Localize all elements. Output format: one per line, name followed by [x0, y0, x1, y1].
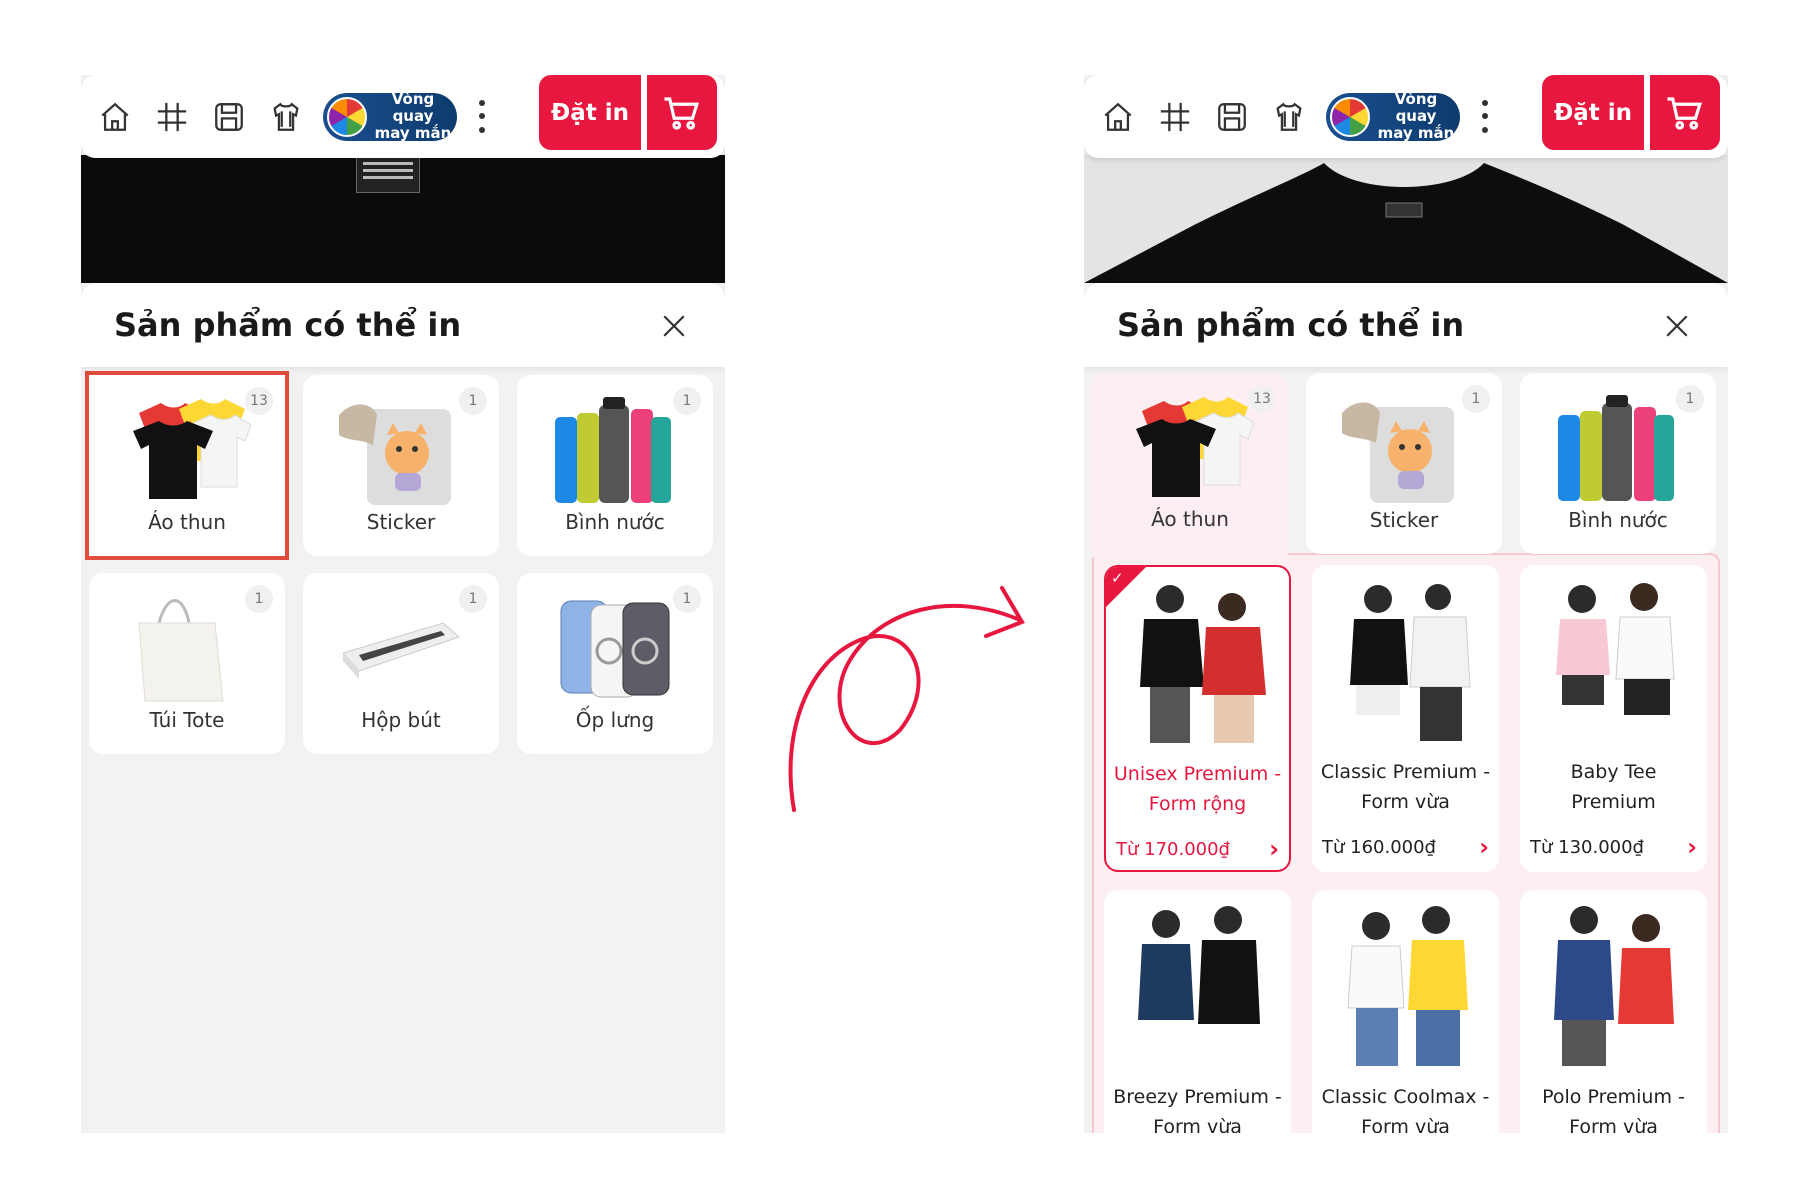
lucky-spin-button[interactable]: Vòng quay may mắn	[323, 92, 457, 141]
close-icon[interactable]	[1664, 313, 1690, 339]
lucky-spin-label: Vòng quay may mắn	[374, 92, 452, 141]
right-screen: Vòng quay may mắn Đặt in Sản phẩm có thể …	[1084, 75, 1728, 1133]
model-photo-icon	[1556, 583, 1675, 715]
grid-icon[interactable]	[152, 97, 192, 137]
category-card-ao-thun[interactable]: 13 Áo thun	[85, 371, 289, 560]
product-price-row: Từ 130.000₫ ›	[1530, 833, 1697, 861]
product-card-unisex-premium[interactable]: ✓ Unisex Premium - Form rộng Từ 170.000₫…	[1104, 565, 1291, 872]
cart-icon	[664, 96, 700, 130]
close-icon[interactable]	[661, 313, 687, 339]
category-label: Bình nước	[565, 510, 665, 534]
cart-button[interactable]	[1650, 75, 1720, 150]
category-label: Sticker	[1369, 508, 1439, 532]
wheel-icon	[327, 96, 367, 137]
category-card-binh-nuoc[interactable]: 1 Bình nước	[517, 375, 713, 556]
category-card-tui-tote[interactable]: 1 Túi Tote	[89, 573, 285, 754]
product-name: Polo Premium - Form vừa	[1542, 1086, 1685, 1133]
tshirt-preview	[1084, 155, 1728, 283]
model-photo-icon	[1140, 585, 1266, 743]
chevron-right-icon[interactable]: ›	[1687, 833, 1697, 861]
sheet-header: Sản phẩm có thể in	[1084, 283, 1728, 367]
lucky-spin-button[interactable]: Vòng quay may mắn	[1326, 92, 1460, 141]
check-icon: ✓	[1111, 569, 1124, 587]
product-price-row: Từ 160.000₫ ›	[1322, 833, 1489, 861]
product-card-breezy-premium[interactable]: Breezy Premium - Form vừa	[1104, 890, 1291, 1133]
tshirts-icon	[1136, 397, 1255, 497]
sheet-header: Sản phẩm có thể in	[81, 283, 725, 367]
chevron-right-icon[interactable]: ›	[1269, 835, 1279, 863]
product-card-baby-tee[interactable]: Baby Tee Premium Từ 130.000₫ ›	[1520, 565, 1707, 872]
tshirt-preview	[81, 155, 725, 283]
category-label: Áo thun	[1151, 507, 1229, 531]
tshirt-shape	[1084, 163, 1728, 283]
product-name: Unisex Premium - Form rộng	[1113, 763, 1282, 815]
product-name: Classic Coolmax - Form vừa	[1321, 1086, 1490, 1133]
more-menu-icon[interactable]	[475, 97, 489, 137]
model-photo-icon	[1554, 906, 1674, 1066]
sheet-title: Sản phẩm có thể in	[114, 306, 462, 344]
category-card-sticker[interactable]: 1 Sticker	[303, 375, 499, 556]
model-photo-icon	[1138, 906, 1260, 1024]
category-label: Áo thun	[148, 510, 226, 534]
sticker-mug-icon	[339, 404, 451, 505]
cart-button[interactable]	[647, 75, 717, 150]
water-bottles-icon	[555, 397, 671, 503]
product-price: Từ 170.000₫	[1116, 838, 1231, 860]
product-card-classic-coolmax[interactable]: Classic Coolmax - Form vừa	[1312, 890, 1499, 1133]
top-toolbar: Vòng quay may mắn Đặt in	[1084, 75, 1728, 158]
water-bottles-icon	[1558, 395, 1674, 501]
category-card-binh-nuoc[interactable]: 1 Bình nước	[1520, 373, 1716, 554]
product-name: Breezy Premium - Form vừa	[1113, 1086, 1282, 1133]
order-print-button[interactable]: Đặt in	[1542, 75, 1644, 150]
category-label: Túi Tote	[149, 708, 225, 732]
left-screen: Vòng quay may mắn Đặt in Sản phẩm có thể …	[81, 75, 725, 1133]
home-icon[interactable]	[95, 97, 135, 137]
category-card-op-lung[interactable]: 1 Ốp lưng	[517, 573, 713, 754]
sheet-title: Sản phẩm có thể in	[1117, 306, 1465, 344]
tote-bag-icon	[138, 599, 224, 702]
category-card-sticker[interactable]: 1 Sticker	[1306, 373, 1502, 554]
sticker-mug-icon	[1342, 402, 1454, 503]
category-card-ao-thun[interactable]: 13 Áo thun	[1092, 373, 1288, 557]
category-card-hop-but[interactable]: 1 Hộp bút	[303, 573, 499, 754]
chevron-right-icon[interactable]: ›	[1479, 833, 1489, 861]
category-label: Hộp bút	[361, 708, 441, 732]
more-menu-icon[interactable]	[1478, 97, 1492, 137]
tshirts-icon	[133, 399, 252, 499]
category-label: Sticker	[366, 510, 436, 534]
shirt-icon[interactable]	[1269, 97, 1309, 137]
model-photo-icon	[1350, 584, 1471, 741]
lucky-spin-label: Vòng quay may mắn	[1377, 92, 1455, 141]
product-price-row: Từ 170.000₫ ›	[1116, 835, 1279, 863]
cart-icon	[1667, 96, 1703, 130]
category-label: Bình nước	[1568, 508, 1668, 532]
wheel-icon	[1330, 96, 1370, 137]
product-name: Classic Premium - Form vừa	[1320, 761, 1491, 813]
home-icon[interactable]	[1098, 97, 1138, 137]
tshirt-tag	[356, 157, 420, 193]
product-card-classic-premium[interactable]: Classic Premium - Form vừa Từ 160.000₫ ›	[1312, 565, 1499, 872]
order-print-button[interactable]: Đặt in	[539, 75, 641, 150]
save-icon[interactable]	[1212, 97, 1252, 137]
shirt-icon[interactable]	[266, 97, 306, 137]
grid-icon[interactable]	[1155, 97, 1195, 137]
pencil-box-icon	[342, 622, 460, 679]
product-price: Từ 130.000₫	[1530, 836, 1645, 858]
product-price: Từ 160.000₫	[1322, 836, 1437, 858]
top-toolbar: Vòng quay may mắn Đặt in	[81, 75, 725, 158]
phone-case-icon	[560, 600, 670, 698]
transition-arrow	[788, 586, 1025, 812]
save-icon[interactable]	[209, 97, 249, 137]
product-name: Baby Tee Premium	[1570, 761, 1657, 813]
product-card-polo-premium[interactable]: Polo Premium - Form vừa	[1520, 890, 1707, 1133]
category-label: Ốp lưng	[575, 708, 655, 732]
model-photo-icon	[1347, 906, 1468, 1066]
